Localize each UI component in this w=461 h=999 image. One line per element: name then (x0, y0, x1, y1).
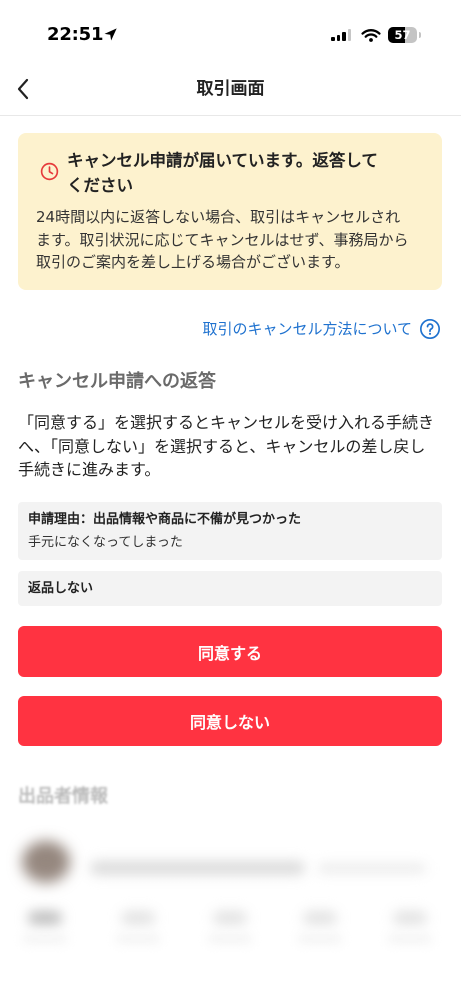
battery-icon: 57 (388, 27, 422, 43)
battery-cap (418, 32, 421, 38)
battery-percentage: 57 (394, 28, 411, 42)
signal-bar (336, 34, 340, 41)
transaction-screen: 22:51 57 取引画面 キャンセル申請が届いています。返答して ください 2… (0, 0, 461, 999)
cancel-method-help-link[interactable]: 取引のキャンセル方法について (202, 317, 441, 341)
cancel-reason-label: 申請理由：出品情報や商品に不備が見つかった (28, 512, 302, 527)
cancel-request-notice: キャンセル申請が届いています。返答して ください 24時間以内に返答しない場合、… (18, 133, 442, 290)
wifi-icon (361, 29, 381, 42)
return-option-box: 返品しない (18, 571, 442, 606)
seller-stat-icon (121, 911, 155, 925)
signal-bar (331, 37, 335, 41)
response-description: 「同意する」を選択するとキャンセルを受け入れる手続き へ、「同意しない」を選択す… (18, 411, 454, 482)
notice-title: キャンセル申請が届いています。返答して ください (67, 148, 435, 198)
seller-stat-icon (28, 911, 62, 925)
seller-info-heading: 出品者情報 (18, 786, 108, 807)
seller-stat-icon (393, 911, 427, 925)
clock-icon (40, 162, 59, 181)
seller-profile-row[interactable] (0, 830, 461, 890)
seller-meta-redacted (318, 864, 426, 873)
notice-body-line-2: ます。取引状況に応じてキャンセルはせず、事務局から (36, 230, 409, 249)
notice-body: 24時間以内に返答しない場合、取引はキャンセルされ ます。取引状況に応じてキャン… (36, 206, 436, 274)
signal-bar (342, 32, 346, 41)
help-link-label: 取引のキャンセル方法について (202, 320, 412, 338)
response-description-line-3: 手続きに進みます。 (18, 460, 161, 479)
seller-avatar (22, 841, 70, 883)
notice-body-line-1: 24時間以内に返答しない場合、取引はキャンセルされ (36, 208, 401, 226)
notice-title-line-2: ください (67, 176, 133, 195)
seller-stat-label-redacted (298, 935, 342, 943)
seller-stat-label-redacted (208, 935, 252, 943)
notice-body-line-3: 取引のご案内を差し上げる場合がございます。 (36, 253, 350, 271)
response-description-line-1: 「同意する」を選択するとキャンセルを受け入れる手続き (18, 413, 435, 432)
return-option-label: 返品しない (28, 580, 94, 596)
disagree-button[interactable]: 同意しない (18, 696, 442, 746)
cancel-reason-detail: 手元になくなってしまった (28, 535, 183, 550)
response-section-heading: キャンセル申請への返答 (18, 371, 216, 392)
page-title: 取引画面 (196, 79, 265, 99)
agree-button[interactable]: 同意する (18, 626, 442, 677)
header-divider (0, 115, 461, 116)
seller-stat-icon (213, 911, 247, 925)
status-time: 22:51 (47, 24, 104, 45)
response-description-line-2: へ、「同意しない」を選択すると、キャンセルの差し戻し (18, 436, 426, 456)
seller-stats-row (0, 905, 461, 965)
seller-stat-label-redacted (23, 935, 67, 943)
seller-info-section: 出品者情報 (0, 760, 461, 999)
seller-stat-icon (303, 911, 337, 925)
status-bar: 22:51 57 (0, 0, 461, 56)
seller-name-redacted (90, 861, 305, 875)
location-arrow-icon (104, 28, 117, 41)
notice-title-line-1: キャンセル申請が届いています。返答して (67, 151, 378, 170)
cellular-signal-icon (331, 29, 351, 41)
question-circle-icon (420, 319, 440, 339)
battery-body: 57 (388, 27, 417, 43)
seller-stat-label-redacted (388, 935, 432, 943)
cancel-reason-box: 申請理由：出品情報や商品に不備が見つかった 手元になくなってしまった (18, 502, 442, 560)
signal-bar (347, 29, 351, 41)
seller-stat-label-redacted (116, 935, 160, 943)
